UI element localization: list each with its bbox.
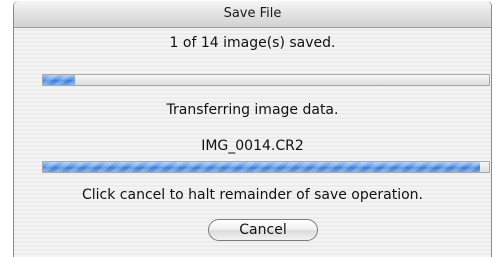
dialog-title: Save File	[14, 1, 491, 28]
current-filename: IMG_0014.CR2	[201, 138, 304, 154]
overall-progress-fill	[43, 75, 75, 85]
file-progress-bar	[42, 161, 490, 173]
cancel-button[interactable]: Cancel	[208, 219, 318, 241]
transfer-status-text: Transferring image data.	[166, 102, 339, 118]
file-progress-fill	[43, 162, 481, 172]
save-file-dialog: Save File 1 of 14 image(s) saved. Transf…	[13, 1, 492, 257]
images-saved-count: 1 of 14 image(s) saved.	[169, 35, 336, 51]
cancel-hint-text: Click cancel to halt remainder of save o…	[82, 187, 423, 203]
overall-progress-bar	[42, 74, 490, 86]
